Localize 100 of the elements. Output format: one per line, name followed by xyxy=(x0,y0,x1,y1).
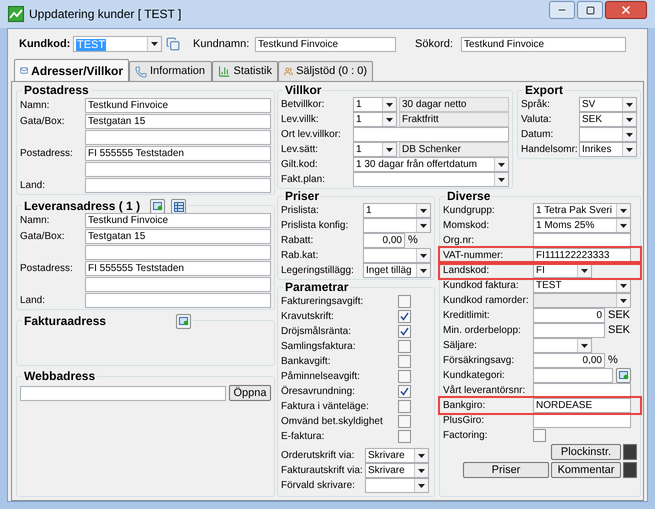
dropdown-field[interactable]: SV xyxy=(579,97,637,112)
field-label: Öresavrundning: xyxy=(281,384,356,399)
field-label: Gata/Box: xyxy=(20,114,66,128)
text-field[interactable]: FI 555555 Teststaden xyxy=(85,146,271,160)
field-label: Landskod: xyxy=(443,264,490,278)
group-title: Villkor xyxy=(285,84,322,97)
field-label: Handelsomr: xyxy=(521,143,579,157)
field-label: Säljare: xyxy=(443,339,478,353)
field-label: Lev.sätt: xyxy=(281,143,320,157)
field-label: Valuta: xyxy=(521,113,552,127)
group-title: Fakturaadress xyxy=(24,315,106,328)
unit-label: SEK xyxy=(608,323,630,338)
field-label: Dröjsmålsränta: xyxy=(281,325,352,339)
field-label: Kreditlimit: xyxy=(443,309,491,323)
field-label: Datum: xyxy=(521,128,554,142)
text-field[interactable]: Testgatan 15 xyxy=(85,228,271,244)
dropdown-field[interactable]: Inget tilläg xyxy=(363,263,431,278)
group-title: Priser xyxy=(285,190,320,203)
field-label: Försäkringsavg: xyxy=(443,354,516,368)
description-field[interactable]: 30 dagar netto xyxy=(399,97,509,112)
field-label: Vårt leverantörsnr: xyxy=(443,384,526,398)
field-label: PlusGiro: xyxy=(443,414,486,428)
dropdown-field[interactable]: 1 30 dagar från offertdatum xyxy=(353,157,509,172)
field-label: Omvänd bet.skyldighet xyxy=(281,415,384,429)
field-label: Fakt.plan: xyxy=(281,173,326,187)
field-label: Org.nr: xyxy=(443,234,476,248)
field-label: Faktura i vänteläge: xyxy=(281,400,370,414)
group-title: Diverse xyxy=(447,190,490,203)
field-label: Kundnamn: xyxy=(193,36,250,52)
dropdown-field[interactable]: 1 xyxy=(353,97,397,112)
field-label: Kravutskrift: xyxy=(281,310,335,324)
field-label: Land: xyxy=(20,178,46,192)
open-button[interactable]: Öppna xyxy=(229,385,271,401)
field-label: Prislista: xyxy=(281,204,320,218)
field-label: Lev.villk: xyxy=(281,113,320,127)
dropdown-field[interactable]: SEK xyxy=(579,112,637,127)
group-title: Leveransadress ( 1 ) xyxy=(24,200,140,213)
text-field[interactable]: Testkund Finvoice xyxy=(461,36,626,52)
field-label: Rab.kat: xyxy=(281,249,320,263)
dropdown-field[interactable]: 1 xyxy=(363,203,431,218)
description-field[interactable]: Fraktfritt xyxy=(399,112,509,127)
group-title: Postadress xyxy=(24,84,89,97)
field-label: Gata/Box: xyxy=(20,230,66,244)
text-field[interactable]: NORDEASE xyxy=(533,398,631,413)
field-label: Postadress: xyxy=(20,262,74,276)
field-label: Bankavgift: xyxy=(281,355,332,369)
comment-button[interactable]: Kommentar xyxy=(551,462,621,478)
field-label: Legeringstillägg: xyxy=(281,264,355,278)
field-label: Förvald skrivare: xyxy=(281,479,356,493)
field-label: Rabatt: xyxy=(281,234,314,248)
dropdown-field[interactable]: Skrivare xyxy=(365,463,429,478)
tab[interactable]: Adresser/Villkor xyxy=(14,59,129,81)
description-field[interactable]: DB Schenker xyxy=(399,142,509,157)
number-field[interactable]: 0,00 xyxy=(363,233,405,248)
number-field[interactable]: 0,00 xyxy=(533,353,605,368)
unit-label: % xyxy=(608,353,618,368)
field-label: Kundgrupp: xyxy=(443,204,496,218)
pick-instructions-button[interactable]: Plockinstr. xyxy=(551,444,621,460)
field-label: Land: xyxy=(20,294,46,308)
number-field[interactable]: 0 xyxy=(533,308,605,323)
field-label: Ort lev.villkor: xyxy=(281,128,342,142)
text-field[interactable]: FI111122223333 xyxy=(533,248,631,263)
field-label: Sökord: xyxy=(415,36,454,52)
field-label: Betvillkor: xyxy=(281,98,326,112)
field-label: E-faktura: xyxy=(281,430,326,444)
field-label: Kundkod ramorder: xyxy=(443,294,530,308)
field-label: Namn: xyxy=(20,214,50,228)
dropdown-field[interactable]: 1 Moms 25% xyxy=(533,218,631,233)
tab[interactable]: Information xyxy=(129,61,212,81)
field-label: Orderutskrift via: xyxy=(281,449,356,463)
field-label: Påminnelseavgift: xyxy=(281,370,361,384)
field-label: Faktureringsavgift: xyxy=(281,295,364,309)
field-label: Prislista konfig: xyxy=(281,219,350,233)
tab[interactable]: Statistik xyxy=(212,61,278,81)
field-label: Kundkod faktura: xyxy=(443,279,520,293)
field-label: Kundkod: xyxy=(19,36,69,52)
unit-label: % xyxy=(408,233,418,248)
text-field[interactable]: Testgatan 15 xyxy=(85,114,271,128)
field-label: Momskod: xyxy=(443,219,490,233)
field-label: Min. orderbelopp: xyxy=(443,324,522,338)
prices-button[interactable]: Priser xyxy=(463,462,549,478)
dropdown-field[interactable]: 1 xyxy=(353,112,397,127)
field-label: Gilt.kod: xyxy=(281,158,319,172)
text-field[interactable]: FI 555555 Teststaden xyxy=(85,260,271,276)
field-label: Postadress: xyxy=(20,146,74,160)
group-title: Export xyxy=(525,84,564,97)
field-label: VAT-nummer: xyxy=(443,249,504,263)
text-field[interactable]: Testkund Finvoice xyxy=(85,98,271,112)
dropdown-field[interactable]: 1 Tetra Pak Sveri xyxy=(533,203,631,218)
field-label: Bankgiro: xyxy=(443,399,486,413)
text-field[interactable]: Testkund Finvoice xyxy=(255,36,396,52)
text-field[interactable]: Testkund Finvoice xyxy=(85,212,271,228)
field-label: Kundkategori: xyxy=(443,369,506,383)
dropdown-field[interactable]: Skrivare xyxy=(365,448,429,463)
group-title: Webbadress xyxy=(24,370,96,383)
dropdown-field[interactable]: Inrikes xyxy=(579,142,637,157)
field-label: Fakturautskrift via: xyxy=(281,464,364,478)
tab[interactable]: Säljstöd (0 : 0) xyxy=(278,61,373,81)
dropdown-field[interactable]: 1 xyxy=(353,142,397,157)
field-label: Factoring: xyxy=(443,429,488,443)
